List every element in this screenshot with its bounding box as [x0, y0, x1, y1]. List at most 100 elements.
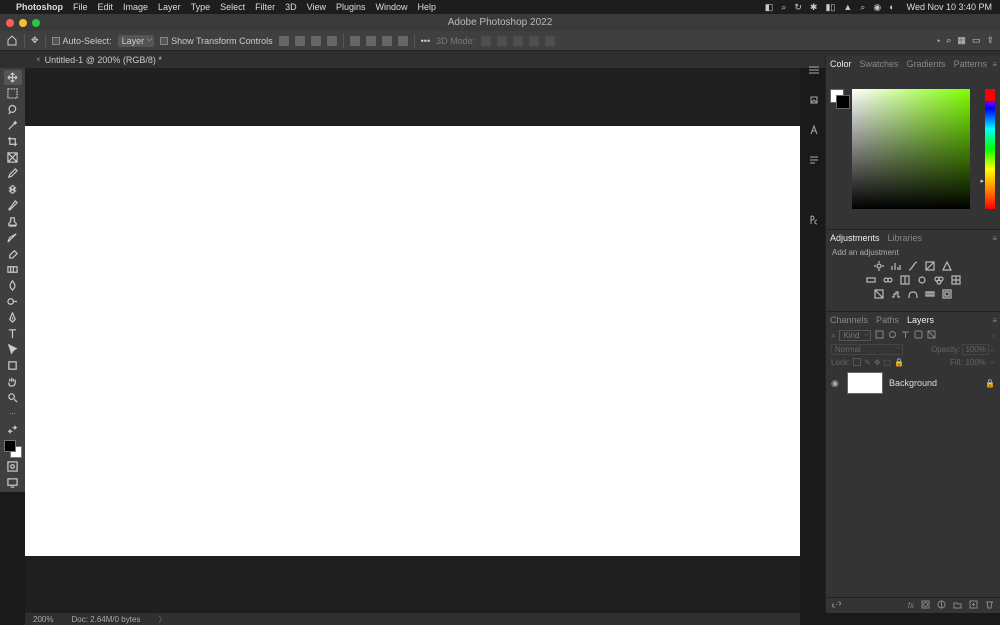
crop-tool[interactable]: [4, 134, 22, 149]
document-tab[interactable]: × Untitled-1 @ 200% (RGB/8) *: [28, 53, 170, 67]
control-center-icon[interactable]: ◧: [765, 2, 774, 13]
align-right-icon[interactable]: [311, 36, 321, 46]
close-tab-icon[interactable]: ×: [36, 55, 41, 64]
menu-filter[interactable]: Filter: [255, 2, 275, 12]
filter-type-icon[interactable]: [901, 330, 910, 341]
auto-select-checkbox[interactable]: Auto-Select:: [52, 36, 112, 46]
menu-image[interactable]: Image: [123, 2, 148, 12]
tab-paths[interactable]: Paths: [876, 315, 899, 327]
menu-edit[interactable]: Edit: [98, 2, 114, 12]
layer-filter-kind-dropdown[interactable]: Kind: [839, 330, 870, 341]
filter-smart-icon[interactable]: [927, 330, 936, 341]
adj-brightness-icon[interactable]: [874, 261, 884, 271]
fill-input[interactable]: 100%: [965, 358, 985, 367]
adjustments-panel-menu-icon[interactable]: ≡: [992, 234, 997, 245]
eraser-tool[interactable]: [4, 246, 22, 261]
color-field[interactable]: [852, 89, 970, 209]
menu-layer[interactable]: Layer: [158, 2, 181, 12]
gradient-tool[interactable]: [4, 262, 22, 277]
layer-item[interactable]: ◉ Background 🔒: [826, 370, 1000, 396]
cloud-docs-icon[interactable]: ◔: [935, 36, 940, 46]
menu-view[interactable]: View: [307, 2, 326, 12]
opacity-chevron-icon[interactable]: ⌵: [989, 345, 995, 355]
new-group-icon[interactable]: [953, 600, 962, 612]
link-layers-icon[interactable]: [832, 600, 841, 612]
magic-wand-tool[interactable]: [4, 118, 22, 133]
show-transform-checkbox[interactable]: Show Transform Controls: [160, 36, 273, 46]
adj-hue-icon[interactable]: [866, 275, 876, 285]
align-center-icon[interactable]: [295, 36, 305, 46]
share-icon[interactable]: ⇪: [986, 35, 994, 46]
menu-window[interactable]: Window: [376, 2, 408, 12]
lock-paint-icon[interactable]: ✎: [864, 358, 871, 367]
doc-size[interactable]: Doc: 2.64M/0 bytes: [71, 615, 140, 624]
tab-channels[interactable]: Channels: [830, 315, 868, 327]
tab-libraries[interactable]: Libraries: [888, 233, 923, 245]
tab-gradients[interactable]: Gradients: [907, 59, 946, 71]
menu-plugins[interactable]: Plugins: [336, 2, 366, 12]
eyedropper-tool[interactable]: [4, 166, 22, 181]
search-icon[interactable]: ⌕: [860, 2, 865, 13]
window-close-button[interactable]: [6, 19, 14, 27]
adj-photofilter-icon[interactable]: [917, 275, 927, 285]
bluetooth-icon[interactable]: ✱: [810, 2, 818, 13]
adj-colorlookup-icon[interactable]: [951, 275, 961, 285]
adj-levels-icon[interactable]: [891, 261, 901, 271]
properties-panel-icon[interactable]: [808, 64, 820, 76]
spotlight-icon[interactable]: ⌕: [781, 2, 786, 13]
adj-selective-icon[interactable]: [942, 289, 952, 299]
search-ps-icon[interactable]: ⌕: [946, 35, 951, 46]
tab-patterns[interactable]: Patterns: [954, 59, 988, 71]
hue-handle-icon[interactable]: ▸: [980, 177, 984, 185]
layer-thumbnail[interactable]: [847, 372, 883, 394]
siri-icon[interactable]: ◉: [873, 2, 881, 13]
foreground-background-colors[interactable]: [4, 440, 22, 458]
add-mask-icon[interactable]: [921, 600, 930, 612]
layer-search-icon[interactable]: ⌕: [831, 331, 835, 341]
status-flyout-icon[interactable]: 〉: [158, 614, 166, 625]
new-layer-icon[interactable]: [969, 600, 978, 612]
marquee-tool[interactable]: [4, 86, 22, 101]
opacity-input[interactable]: 100%: [962, 344, 988, 355]
distribute-more-icon[interactable]: [398, 36, 408, 46]
screenmode-tool[interactable]: [4, 475, 22, 490]
window-zoom-button[interactable]: [32, 19, 40, 27]
wifi-icon[interactable]: ▲: [843, 2, 852, 12]
distribute-bottom-icon[interactable]: [382, 36, 392, 46]
menu-help[interactable]: Help: [418, 2, 437, 12]
menu-type[interactable]: Type: [191, 2, 211, 12]
home-button[interactable]: [6, 34, 18, 48]
move-tool-icon[interactable]: ✥: [31, 35, 39, 46]
adj-vibrance-icon[interactable]: [942, 261, 952, 271]
menu-file[interactable]: File: [73, 2, 88, 12]
swap-colors-icon[interactable]: [4, 422, 22, 437]
distribute-vcenter-icon[interactable]: [366, 36, 376, 46]
adj-threshold-icon[interactable]: [908, 289, 918, 299]
menu-3d[interactable]: 3D: [285, 2, 297, 12]
hand-tool[interactable]: [4, 374, 22, 389]
lock-position-icon[interactable]: ✥: [874, 358, 881, 367]
layer-name[interactable]: Background: [889, 378, 979, 388]
sync-icon[interactable]: ↻: [794, 2, 802, 13]
filter-shape-icon[interactable]: [914, 330, 923, 341]
character-panel-icon[interactable]: [808, 124, 820, 136]
adj-invert-icon[interactable]: [874, 289, 884, 299]
fill-chevron-icon[interactable]: ⌵: [989, 357, 995, 367]
menubar-datetime[interactable]: Wed Nov 10 3:40 PM: [907, 2, 992, 12]
history-panel-icon[interactable]: [808, 94, 820, 106]
hue-slider[interactable]: [985, 89, 995, 209]
move-tool[interactable]: [4, 70, 22, 85]
blur-tool[interactable]: [4, 278, 22, 293]
battery-icon[interactable]: ▮▯: [825, 2, 835, 13]
tab-adjustments[interactable]: Adjustments: [830, 233, 880, 245]
color-panel-menu-icon[interactable]: ≡: [992, 60, 997, 71]
adj-colorbalance-icon[interactable]: [883, 275, 893, 285]
glyphs-panel-icon[interactable]: [808, 214, 820, 226]
brush-tool[interactable]: [4, 198, 22, 213]
type-tool[interactable]: [4, 326, 22, 341]
distribute-top-icon[interactable]: [350, 36, 360, 46]
cc-icon[interactable]: ◐: [889, 2, 894, 12]
adj-gradientmap-icon[interactable]: [925, 289, 935, 299]
layer-fx-icon[interactable]: fx: [908, 601, 914, 610]
add-adjustment-layer-icon[interactable]: [937, 600, 946, 612]
